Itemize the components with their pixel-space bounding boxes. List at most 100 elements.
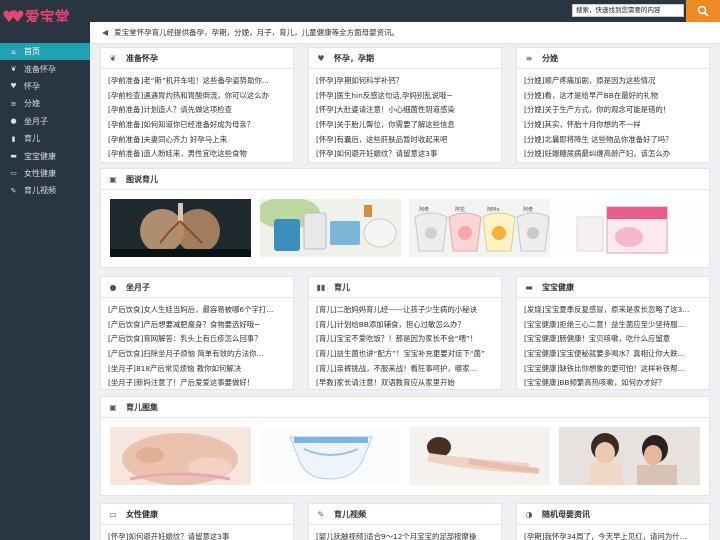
svg-text:阿奇: 阿奇 [419,206,429,213]
panel-pregnancy: ♥ 怀孕，孕期 [怀孕]孕期如何科学补钙？ [怀孕]医生hin反感这句话,孕妈别… [308,47,502,163]
sidebar-item-confinement[interactable]: ● 坐月子 [0,113,90,130]
book-icon: ▬ [10,152,17,161]
sidebar-item-prepare[interactable]: ❦ 准备怀孕 [0,60,90,77]
article-list: [婴儿抚触视频]适合9～12个月宝宝的足部按摩操 [309,525,501,540]
heart-icon: ♥ [317,53,325,63]
couple-image-art [559,427,700,485]
lung-xray-image[interactable] [110,199,251,257]
image-row [110,427,700,485]
top-bar: ♥♥ 爱宝堂 搜索，快速找到您需要的内容 [0,0,720,25]
monitor-icon: ▭ [10,169,17,178]
panel-title: 育儿视频 [334,509,366,519]
list-item[interactable]: [宝宝健康]BB频繁高热咳嗽，如何办才好？ [524,376,704,391]
supplement-box-image[interactable] [559,199,700,257]
list-item[interactable]: [怀孕]大肚婆请注意！小心细菌性阴道感染 [316,103,496,118]
pregnant-belly-image[interactable] [110,427,251,485]
lung-image-art [110,199,251,257]
panel-header: ▮▮ 育儿 [309,277,501,298]
panel-title: 图说育儿 [126,174,158,184]
list-item[interactable]: [分娩]看，这才是给早产BB在最好的礼物 [524,89,704,104]
sidebar-item-label: 首页 [24,47,40,57]
list-item[interactable]: [宝宝健康]宝宝便秘就要多喝水？真相让你大跌... [524,347,704,362]
list-item[interactable]: [孕前准备]计划造人？请先做这项检查 [108,103,288,118]
list-item[interactable]: [坐月子]新妈注意了！产后爱爱这事要做好！ [108,376,288,391]
list-item[interactable]: [育儿]亲裤挑战，不服来战！看狂事呵护，哪家... [316,362,496,377]
panel-title: 宝宝健康 [542,282,574,292]
panel-header: ◑ 随机母婴资讯 [517,504,709,525]
list-item[interactable]: [分娩]关于生产方式，你的观念可能是错的！ [524,103,704,118]
list-item[interactable]: [早教]家长请注意！双语教育应从家里开始 [316,376,496,391]
sidebar-item-label: 女性健康 [24,168,56,178]
sidebar-item-label: 育儿 [24,134,40,144]
list-item[interactable]: [孕期]我怀孕34周了，今天早上见红，请问为什... [524,530,704,540]
edit-icon: ✎ [317,509,325,519]
sidebar-item-birth[interactable]: ≡ 分娩 [0,95,90,112]
list-item[interactable]: [分娩]北曩即将降生 这些物品你准备好了吗？ [524,133,704,148]
list-item[interactable]: [孕前准备]老“斯”机开车啦！这些备孕姿势助你... [108,74,288,89]
sidebar-item-pregnancy[interactable]: ♥ 怀孕 [0,78,90,95]
list-item[interactable]: [宝宝健康]缺铁比你想象的更可怕！这样补铁帮... [524,362,704,377]
monitor-icon: ▭ [109,509,117,519]
list-item[interactable]: [宝宝健康]拒绝三心二意！益生菌应至少坚持服... [524,318,704,333]
milk-powder-image[interactable] [260,199,401,257]
list-item[interactable]: [孕前准备]造人盼娃来，男性宜吃这些食物 [108,147,288,162]
list-item[interactable]: [怀孕]关于胎儿臀位，你需要了解这些信息 [316,118,496,133]
list-item[interactable]: [产后饮食]产后想要减肥瘦身？食物要选好哦~ [108,318,288,333]
list-item[interactable]: [产后饮食]女人生娃当妈后，最容易被哪6个字打... [108,303,288,318]
sidebar-item-women[interactable]: ▭ 女性健康 [0,165,90,182]
list-item[interactable]: [孕前检查]遇遇胃灼热和胃酸倒流，你可以这么办 [108,89,288,104]
list-item[interactable]: [孕前准备]如何知道你已经准备好成为母亲？ [108,118,288,133]
sidebar-item-babyhealth[interactable]: ▬ 宝宝健康 [0,147,90,164]
notice-bar: ◀ 爱宝堂怀孕育儿经提供备孕，孕期，分娩，月子，育儿，儿童健康等全方面母婴资讯。 [90,22,720,44]
search-button[interactable] [686,0,720,22]
list-item[interactable]: [怀孕]孕期如何科学补钙？ [316,74,496,89]
sidebar-item-parenting[interactable]: ▮ 育儿 [0,130,90,147]
book-icon: ▬ [525,282,533,292]
couple-image[interactable] [559,427,700,485]
woman-resting-image[interactable] [409,427,550,485]
panel-video: ✎ 育儿视频 [婴儿抚触视频]适合9～12个月宝宝的足部按摩操 [308,503,502,540]
panel-title: 准备怀孕 [126,53,158,63]
list-item[interactable]: [发烧]宝宝夏季反复感冒，原来是家长忽略了这3... [524,303,704,318]
image-row: 阿奇 阿花 阿Mo 阿奇 [110,199,700,257]
article-list: [孕前准备]老“斯”机开车啦！这些备孕姿势助你... [孕前检查]遇遇胃灼热和胃… [101,69,293,162]
panel-title: 随机母婴资讯 [542,509,590,519]
pie-chart-icon: ◑ [525,509,533,519]
article-list: [育儿]二胎妈妈育儿经——让孩子少生病的小秘诀 [育儿]计划给BB添加辅食，担心… [309,298,501,391]
baby-bibs-image[interactable]: 阿奇 阿花 阿Mo 阿奇 [409,199,550,257]
list-item[interactable]: [孕前准备]夫妻同心齐力 好孕马上来 [108,133,288,148]
list-item[interactable]: [婴儿抚触视频]适合9～12个月宝宝的足部按摩操 [316,530,496,540]
search-icon [697,5,709,17]
list-item[interactable]: [产后饮食]育网解答：乳头上有丘疹怎么回事？ [108,332,288,347]
sidebar-item-home[interactable]: ⌂ 首页 [0,43,90,61]
list-item[interactable]: [怀孕]如何避开妊娠纹？请留意这3事 [316,147,496,162]
panel-title: 女性健康 [126,509,158,519]
belly-image-art [110,427,251,485]
list-item[interactable]: [怀孕]医生hin反感这句话,孕妈别乱说哦~ [316,89,496,104]
list-item[interactable]: [怀孕]有囊后，这些肝肤品暂时收起来吧 [316,133,496,148]
list-item[interactable]: [宝宝健康]肠健康！宝贝咳嗽，吃什么应留意 [524,332,704,347]
list-item[interactable]: [分娩]其实，怀胎十月你想的不一样 [524,118,704,133]
list-item[interactable]: [产后饮食]扫除坐月子烦恼 简单有效的方法你... [108,347,288,362]
panel-header: ● 坐月子 [101,277,293,298]
panel-gallery-2: ▣ 育儿图集 [100,396,710,496]
list-item[interactable]: [育儿]计划给BB添加辅食，担心过敏怎么办？ [316,318,496,333]
list-item[interactable]: [育儿]二胎妈妈育儿经——让孩子少生病的小秘诀 [316,303,496,318]
sidebar-item-video[interactable]: ✎ 育儿视频 [0,182,90,199]
diaper-image[interactable] [260,427,401,485]
panel-header: ▭ 女性健康 [101,504,293,525]
panel-confinement: ● 坐月子 [产后饮食]女人生娃当妈后，最容易被哪6个字打... [产后饮食]产… [100,276,294,390]
sidebar-item-label: 分娩 [24,99,40,109]
sidebar-item-label: 怀孕 [24,81,40,91]
list-item[interactable]: [育儿]益生菌也讲“配方”！宝宝补充更要对症下“菌” [316,347,496,362]
panel-title: 育儿图集 [126,402,158,412]
list-item[interactable]: [分娩]妊娠糖尿病最纠缠高龄产妇，该怎么办 [524,147,704,162]
search-input[interactable]: 搜索，快速找到您需要的内容 [572,4,684,17]
list-icon: ≡ [525,53,533,63]
pause-icon: ▮ [11,134,16,143]
list-item[interactable]: [育儿]宝宝不爱吃饭？！那是因为家长不会“喂”！ [316,332,496,347]
list-item[interactable]: [分娩]顺产疼痛加剧，原是因为这些情况 [524,74,704,89]
panel-title: 怀孕，孕期 [334,53,374,63]
list-item[interactable]: [怀孕]如何避开妊娠纹？请留意这3事 [108,530,288,540]
list-item[interactable]: [坐月子]818产后常见烦恼 教你如何解决 [108,362,288,377]
